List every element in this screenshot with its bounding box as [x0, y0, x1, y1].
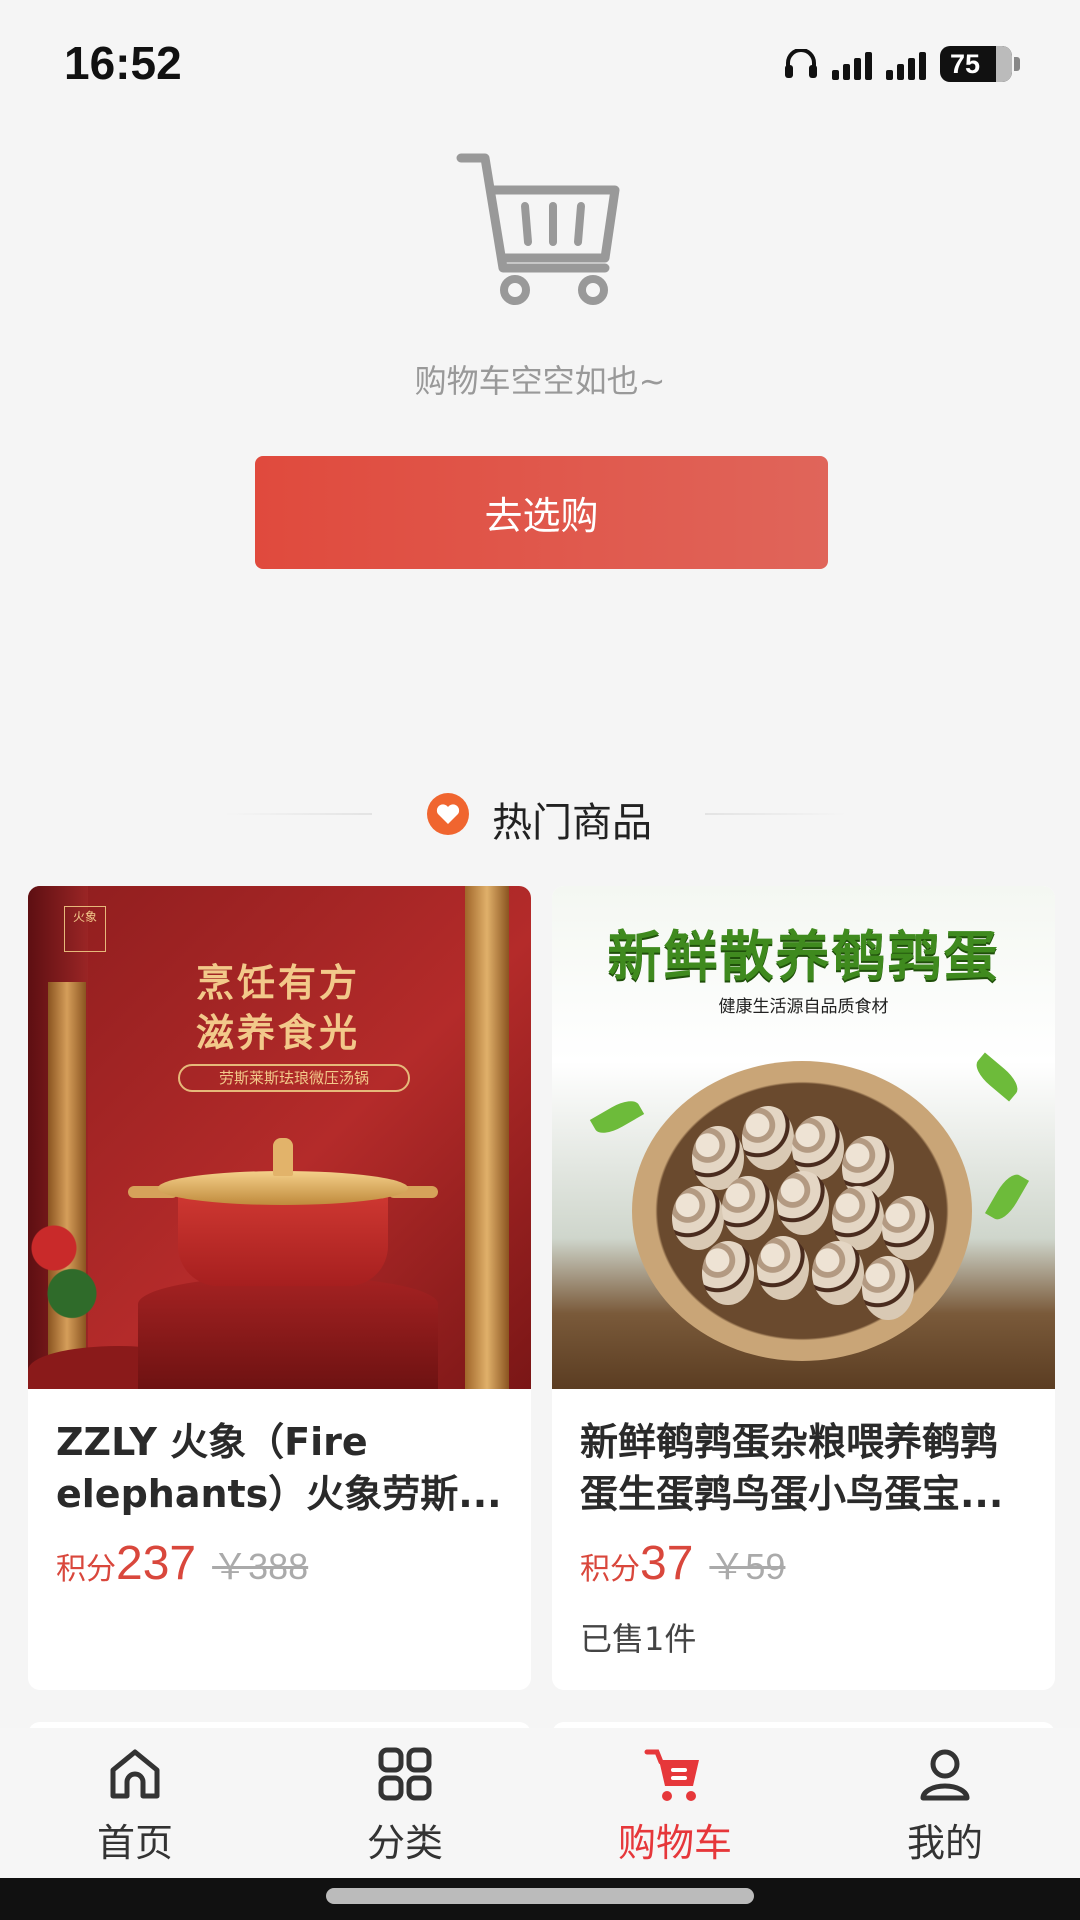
nav-item-category[interactable]: 分类	[270, 1728, 540, 1878]
product-image[interactable]: 新鲜散养鹌鹑蛋 健康生活源自品质食材	[552, 886, 1055, 1389]
status-time: 16:52	[64, 37, 182, 89]
heart-icon	[427, 793, 469, 835]
nav-label: 分类	[366, 1821, 443, 1865]
price-row: 积分 237 ￥388	[56, 1536, 308, 1591]
home-indicator[interactable]	[326, 1888, 754, 1904]
nav-item-profile[interactable]: 我的	[810, 1728, 1080, 1878]
divider-right	[705, 813, 847, 815]
signal-icon-2	[886, 48, 926, 80]
brand-logo: 火象	[64, 906, 106, 952]
divider-left	[224, 813, 372, 815]
original-price: ￥59	[709, 1546, 786, 1587]
empty-cart-icon	[456, 153, 620, 305]
points-value: 237	[116, 1537, 197, 1590]
nav-label: 购物车	[617, 1821, 732, 1865]
section-title: 热门商品	[492, 800, 652, 846]
original-price: ￥388	[212, 1546, 309, 1587]
bottom-nav: 首页 分类 购物车 我的	[0, 1728, 1080, 1878]
sold-count: 已售1件	[580, 1620, 697, 1658]
product-name[interactable]: 新鲜鹌鹑蛋杂粮喂养鹌鹑蛋生蛋鹑鸟蛋小鸟蛋宝...	[580, 1416, 1030, 1520]
product-card[interactable]: 火象 烹饪有方 滋养食光 劳斯莱斯珐琅微压汤锅 ZZLY 火象（Fire ele…	[28, 886, 531, 1690]
nav-item-cart[interactable]: 购物车	[540, 1728, 810, 1878]
product-card[interactable]: 新鲜散养鹌鹑蛋 健康生活源自品质食材 新鲜鹌鹑蛋杂粮喂养鹌鹑蛋生蛋鹑鸟蛋小鸟蛋宝…	[552, 886, 1055, 1690]
nav-item-home[interactable]: 首页	[0, 1728, 270, 1878]
nav-label: 我的	[906, 1821, 983, 1865]
hot-products-header: 热门商品	[0, 780, 1080, 850]
product-image[interactable]: 火象 烹饪有方 滋养食光 劳斯莱斯珐琅微压汤锅	[28, 886, 531, 1389]
image-headline: 新鲜散养鹌鹑蛋	[607, 925, 1000, 988]
status-icons: 75	[784, 44, 1020, 84]
product-name[interactable]: ZZLY 火象（Fire elephants）火象劳斯...	[56, 1416, 506, 1520]
home-icon	[110, 1749, 160, 1799]
image-subtitle: 健康生活源自品质食材	[718, 997, 889, 1017]
image-headline: 烹饪有方 滋养食光	[195, 961, 360, 1055]
status-bar: 16:52 75	[0, 0, 1080, 120]
headphones-icon	[785, 49, 817, 78]
nav-label: 首页	[96, 1821, 173, 1865]
price-row: 积分 37 ￥59	[580, 1536, 785, 1591]
points-label: 积分	[580, 1552, 640, 1587]
image-subtitle: 劳斯莱斯珐琅微压汤锅	[178, 1064, 410, 1092]
go-shopping-button[interactable]: 去选购	[255, 456, 828, 569]
cart-icon	[644, 1749, 699, 1801]
grid-icon	[378, 1747, 432, 1801]
signal-icon	[832, 48, 872, 80]
points-label: 积分	[56, 1552, 116, 1587]
battery-level: 75	[950, 48, 981, 79]
battery-icon: 75	[940, 46, 1020, 82]
points-value: 37	[640, 1537, 694, 1590]
empty-cart-message: 购物车空空如也~	[414, 362, 666, 400]
user-icon	[920, 1749, 970, 1801]
